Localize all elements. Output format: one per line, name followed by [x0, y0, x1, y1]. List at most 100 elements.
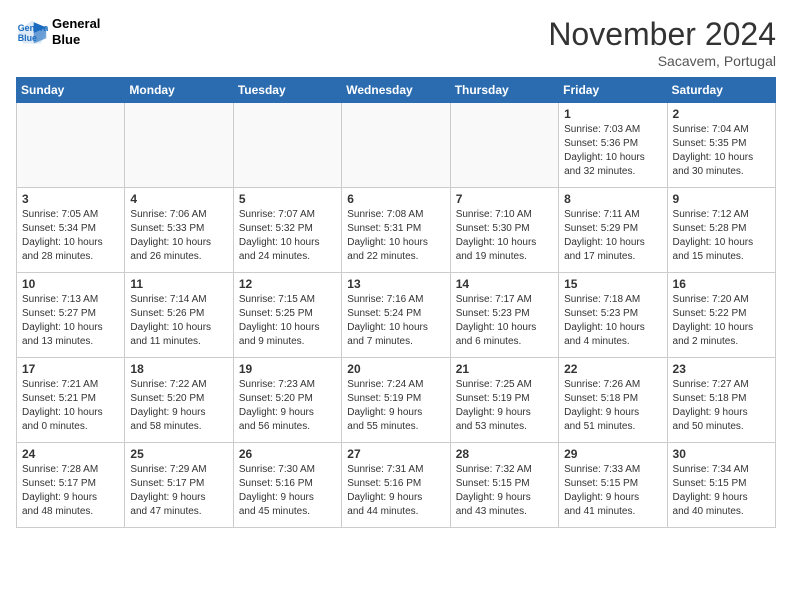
- week-row-5: 24 Sunrise: 7:28 AM Sunset: 5:17 PM Dayli…: [17, 443, 776, 528]
- col-header-sunday: Sunday: [17, 78, 125, 103]
- day-number: 11: [130, 277, 227, 291]
- location-subtitle: Sacavem, Portugal: [548, 53, 776, 69]
- day-number: 27: [347, 447, 444, 461]
- title-area: November 2024 Sacavem, Portugal: [548, 16, 776, 69]
- day-number: 5: [239, 192, 336, 206]
- week-row-3: 10Sunrise: 7:13 AM Sunset: 5:27 PM Dayli…: [17, 273, 776, 358]
- calendar-cell: 19 Sunrise: 7:23 AM Sunset: 5:20 PM Dayli…: [233, 358, 341, 443]
- calendar-cell: 27 Sunrise: 7:31 AM Sunset: 5:16 PM Dayli…: [342, 443, 450, 528]
- calendar-cell: [342, 103, 450, 188]
- day-number: 15: [564, 277, 661, 291]
- day-number: 1: [564, 107, 661, 121]
- logo-icon: General Blue: [16, 18, 48, 46]
- col-header-friday: Friday: [559, 78, 667, 103]
- day-info: Sunrise: 7:27 AM Sunset: 5:18 PM Dayligh…: [673, 378, 770, 434]
- day-info: Sunrise: 7:22 AM Sunset: 5:20 PM Dayligh…: [130, 378, 227, 434]
- week-row-2: 3 Sunrise: 7:05 AM Sunset: 5:34 PM Daylig…: [17, 188, 776, 273]
- day-number: 29: [564, 447, 661, 461]
- day-info: Sunrise: 7:32 AM Sunset: 5:15 PM Dayligh…: [456, 463, 553, 519]
- calendar-cell: 20 Sunrise: 7:24 AM Sunset: 5:19 PM Dayli…: [342, 358, 450, 443]
- calendar-cell: 2 Sunrise: 7:04 AM Sunset: 5:35 PM Daylig…: [667, 103, 775, 188]
- calendar-cell: 28Sunrise: 7:32 AM Sunset: 5:15 PM Dayli…: [450, 443, 558, 528]
- day-info: Sunrise: 7:29 AM Sunset: 5:17 PM Dayligh…: [130, 463, 227, 519]
- day-info: Sunrise: 7:10 AM Sunset: 5:30 PM Dayligh…: [456, 208, 553, 264]
- day-number: 16: [673, 277, 770, 291]
- col-header-saturday: Saturday: [667, 78, 775, 103]
- day-number: 20: [347, 362, 444, 376]
- day-number: 17: [22, 362, 119, 376]
- calendar-cell: [233, 103, 341, 188]
- day-info: Sunrise: 7:18 AM Sunset: 5:23 PM Dayligh…: [564, 293, 661, 349]
- day-info: Sunrise: 7:23 AM Sunset: 5:20 PM Dayligh…: [239, 378, 336, 434]
- day-number: 22: [564, 362, 661, 376]
- day-info: Sunrise: 7:30 AM Sunset: 5:16 PM Dayligh…: [239, 463, 336, 519]
- day-number: 3: [22, 192, 119, 206]
- day-number: 8: [564, 192, 661, 206]
- day-number: 23: [673, 362, 770, 376]
- calendar-cell: 4Sunrise: 7:06 AM Sunset: 5:33 PM Daylig…: [125, 188, 233, 273]
- day-number: 21: [456, 362, 553, 376]
- day-number: 25: [130, 447, 227, 461]
- calendar-cell: 26Sunrise: 7:30 AM Sunset: 5:16 PM Dayli…: [233, 443, 341, 528]
- calendar-cell: 24 Sunrise: 7:28 AM Sunset: 5:17 PM Dayli…: [17, 443, 125, 528]
- day-info: Sunrise: 7:31 AM Sunset: 5:16 PM Dayligh…: [347, 463, 444, 519]
- calendar-cell: [125, 103, 233, 188]
- day-number: 24: [22, 447, 119, 461]
- day-info: Sunrise: 7:28 AM Sunset: 5:17 PM Dayligh…: [22, 463, 119, 519]
- day-number: 6: [347, 192, 444, 206]
- calendar-cell: 21 Sunrise: 7:25 AM Sunset: 5:19 PM Dayli…: [450, 358, 558, 443]
- day-info: Sunrise: 7:33 AM Sunset: 5:15 PM Dayligh…: [564, 463, 661, 519]
- day-number: 9: [673, 192, 770, 206]
- calendar-cell: 10Sunrise: 7:13 AM Sunset: 5:27 PM Dayli…: [17, 273, 125, 358]
- day-number: 12: [239, 277, 336, 291]
- svg-text:Blue: Blue: [18, 32, 37, 42]
- day-info: Sunrise: 7:15 AM Sunset: 5:25 PM Dayligh…: [239, 293, 336, 349]
- calendar-cell: 12 Sunrise: 7:15 AM Sunset: 5:25 PM Dayli…: [233, 273, 341, 358]
- calendar-cell: 8Sunrise: 7:11 AM Sunset: 5:29 PM Daylig…: [559, 188, 667, 273]
- day-number: 7: [456, 192, 553, 206]
- col-header-tuesday: Tuesday: [233, 78, 341, 103]
- calendar-cell: [450, 103, 558, 188]
- col-header-wednesday: Wednesday: [342, 78, 450, 103]
- logo-line1: General: [52, 16, 100, 32]
- calendar-cell: 18Sunrise: 7:22 AM Sunset: 5:20 PM Dayli…: [125, 358, 233, 443]
- calendar-table: SundayMondayTuesdayWednesdayThursdayFrid…: [16, 77, 776, 528]
- col-header-monday: Monday: [125, 78, 233, 103]
- day-info: Sunrise: 7:06 AM Sunset: 5:33 PM Dayligh…: [130, 208, 227, 264]
- week-row-1: 1 Sunrise: 7:03 AM Sunset: 5:36 PM Daylig…: [17, 103, 776, 188]
- day-info: Sunrise: 7:34 AM Sunset: 5:15 PM Dayligh…: [673, 463, 770, 519]
- day-number: 13: [347, 277, 444, 291]
- calendar-cell: 3 Sunrise: 7:05 AM Sunset: 5:34 PM Daylig…: [17, 188, 125, 273]
- day-info: Sunrise: 7:17 AM Sunset: 5:23 PM Dayligh…: [456, 293, 553, 349]
- day-info: Sunrise: 7:25 AM Sunset: 5:19 PM Dayligh…: [456, 378, 553, 434]
- day-number: 19: [239, 362, 336, 376]
- page-header: General Blue General Blue November 2024 …: [16, 16, 776, 69]
- logo-line2: Blue: [52, 32, 100, 48]
- day-info: Sunrise: 7:03 AM Sunset: 5:36 PM Dayligh…: [564, 123, 661, 179]
- day-info: Sunrise: 7:21 AM Sunset: 5:21 PM Dayligh…: [22, 378, 119, 434]
- calendar-cell: 13Sunrise: 7:16 AM Sunset: 5:24 PM Dayli…: [342, 273, 450, 358]
- calendar-cell: 14Sunrise: 7:17 AM Sunset: 5:23 PM Dayli…: [450, 273, 558, 358]
- day-info: Sunrise: 7:12 AM Sunset: 5:28 PM Dayligh…: [673, 208, 770, 264]
- calendar-cell: 23 Sunrise: 7:27 AM Sunset: 5:18 PM Dayli…: [667, 358, 775, 443]
- calendar-cell: 16 Sunrise: 7:20 AM Sunset: 5:22 PM Dayli…: [667, 273, 775, 358]
- col-header-thursday: Thursday: [450, 78, 558, 103]
- calendar-cell: 15 Sunrise: 7:18 AM Sunset: 5:23 PM Dayli…: [559, 273, 667, 358]
- month-title: November 2024: [548, 16, 776, 53]
- calendar-cell: 17 Sunrise: 7:21 AM Sunset: 5:21 PM Dayli…: [17, 358, 125, 443]
- day-info: Sunrise: 7:24 AM Sunset: 5:19 PM Dayligh…: [347, 378, 444, 434]
- day-number: 2: [673, 107, 770, 121]
- day-info: Sunrise: 7:14 AM Sunset: 5:26 PM Dayligh…: [130, 293, 227, 349]
- calendar-cell: 6 Sunrise: 7:08 AM Sunset: 5:31 PM Daylig…: [342, 188, 450, 273]
- day-info: Sunrise: 7:08 AM Sunset: 5:31 PM Dayligh…: [347, 208, 444, 264]
- calendar-cell: 5 Sunrise: 7:07 AM Sunset: 5:32 PM Daylig…: [233, 188, 341, 273]
- day-info: Sunrise: 7:07 AM Sunset: 5:32 PM Dayligh…: [239, 208, 336, 264]
- day-info: Sunrise: 7:05 AM Sunset: 5:34 PM Dayligh…: [22, 208, 119, 264]
- day-info: Sunrise: 7:13 AM Sunset: 5:27 PM Dayligh…: [22, 293, 119, 349]
- calendar-header-row: SundayMondayTuesdayWednesdayThursdayFrid…: [17, 78, 776, 103]
- day-number: 30: [673, 447, 770, 461]
- day-info: Sunrise: 7:04 AM Sunset: 5:35 PM Dayligh…: [673, 123, 770, 179]
- calendar-cell: 11 Sunrise: 7:14 AM Sunset: 5:26 PM Dayli…: [125, 273, 233, 358]
- week-row-4: 17 Sunrise: 7:21 AM Sunset: 5:21 PM Dayli…: [17, 358, 776, 443]
- day-info: Sunrise: 7:20 AM Sunset: 5:22 PM Dayligh…: [673, 293, 770, 349]
